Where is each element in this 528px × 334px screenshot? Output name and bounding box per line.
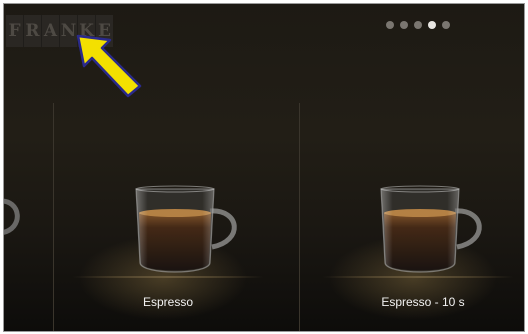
product-label[interactable]: Espresso <box>103 295 233 309</box>
page-dot-active[interactable] <box>428 21 436 29</box>
logo-letter: R <box>24 15 42 47</box>
page-dot[interactable] <box>400 21 408 29</box>
page-indicator <box>386 21 450 29</box>
product-label[interactable]: Espresso - 10 s <box>358 295 488 309</box>
previous-product-cup-icon[interactable] <box>3 193 31 243</box>
espresso-cup-icon[interactable] <box>128 183 248 283</box>
page-dot[interactable] <box>386 21 394 29</box>
logo-letter: F <box>6 15 24 47</box>
arrow-pointer-icon <box>70 30 150 100</box>
espresso-cup-icon[interactable] <box>373 183 493 283</box>
page-dot[interactable] <box>414 21 422 29</box>
logo-letter: A <box>42 15 60 47</box>
page-dot[interactable] <box>442 21 450 29</box>
panel-divider <box>53 103 54 332</box>
panel-divider <box>299 103 300 332</box>
